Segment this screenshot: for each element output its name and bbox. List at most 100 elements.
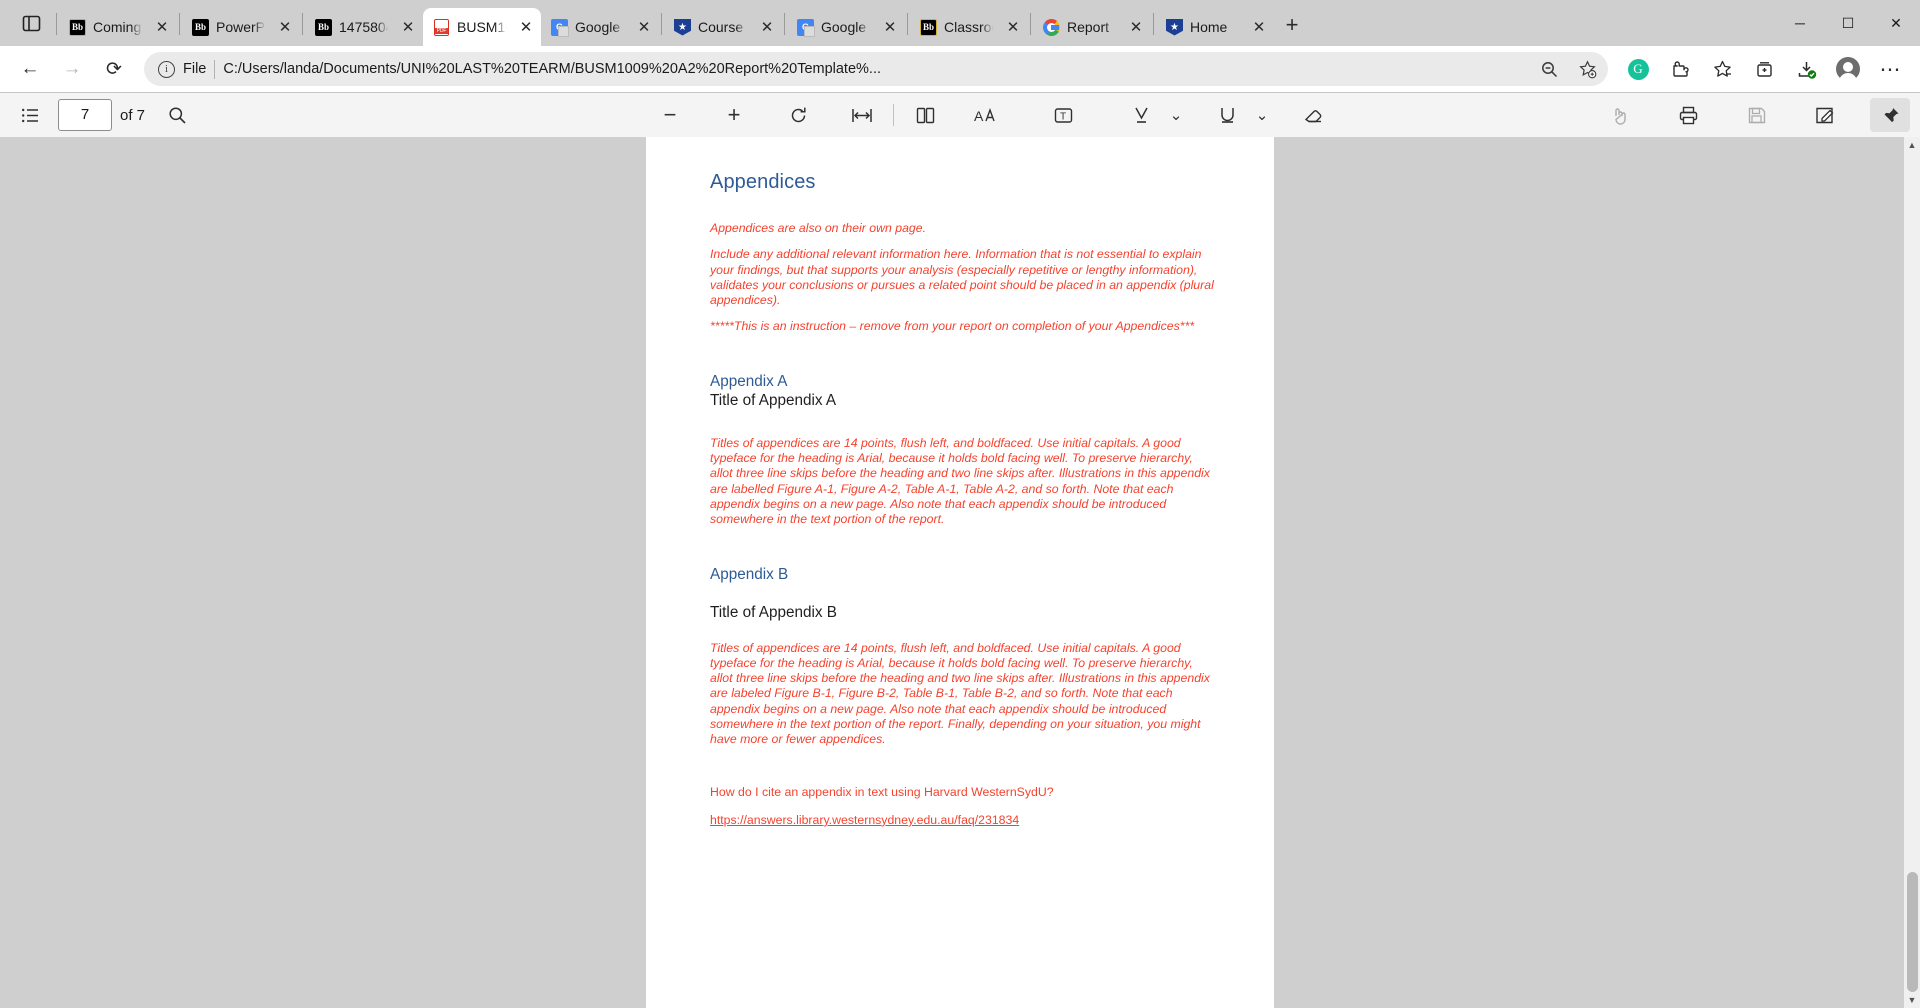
tab-title: 1475804 [339, 19, 390, 35]
url-divider [214, 59, 216, 79]
citation-question: How do I cite an appendix in text using … [710, 784, 1054, 799]
browser-tab-5[interactable]: ★ Course H ✕ [664, 8, 782, 46]
table-of-contents-icon[interactable] [10, 98, 50, 132]
tab-list-icon[interactable] [8, 0, 54, 46]
tab-close-button[interactable]: ✕ [1125, 16, 1147, 38]
tab-title: Course H [698, 19, 749, 35]
browser-tab-4[interactable]: G Google T ✕ [541, 8, 659, 46]
blackboard-icon: Bb [192, 18, 209, 36]
read-aloud-icon[interactable]: A [965, 98, 1005, 132]
save-icon[interactable] [1736, 98, 1776, 132]
print-icon[interactable] [1668, 98, 1708, 132]
zoom-out-icon[interactable] [1534, 54, 1564, 84]
tab-divider [1030, 13, 1031, 35]
tab-title: PowerP [216, 19, 266, 35]
browser-tab-7[interactable]: Bb Classroo ✕ [910, 8, 1028, 46]
underline-chevron-down-icon[interactable]: ⌄ [1249, 98, 1275, 132]
tab-close-button[interactable]: ✕ [515, 16, 537, 38]
appendix-b-heading: Appendix B [710, 565, 789, 583]
maximize-button[interactable]: ☐ [1824, 0, 1872, 46]
scrollbar-thumb[interactable] [1906, 872, 1918, 992]
pdf-icon [433, 18, 450, 36]
settings-menu-icon[interactable]: ⋯ [1870, 51, 1910, 87]
favorites-icon[interactable] [1702, 51, 1742, 87]
citation-link[interactable]: https://answers.library.westernsydney.ed… [710, 813, 1019, 827]
coursehero-icon: ★ [674, 18, 691, 36]
blackboard-icon: Bb [315, 18, 332, 36]
tab-divider [179, 13, 180, 35]
svg-text:T: T [1060, 111, 1066, 122]
page-view-icon[interactable] [905, 98, 945, 132]
url-input[interactable]: C:/Users/landa/Documents/UNI%20LAST%20TE… [223, 61, 1526, 77]
pdf-page-7: Appendices Appendices are also on their … [646, 137, 1274, 1008]
tab-divider [56, 13, 57, 35]
back-button[interactable]: ← [10, 51, 50, 87]
tab-close-button[interactable]: ✕ [397, 16, 419, 38]
search-icon[interactable] [157, 98, 197, 132]
intro-line: Appendices are also on their own page. [710, 221, 927, 235]
tab-close-button[interactable]: ✕ [274, 16, 296, 38]
refresh-button[interactable]: ⟳ [94, 51, 134, 87]
page-title: Appendices [710, 171, 816, 193]
pdf-toolbar-center-group: − + A T ⌄ ⌄ [650, 98, 1333, 132]
tab-close-button[interactable]: ✕ [633, 16, 655, 38]
browser-tab-3-active[interactable]: BUSM10 ✕ [423, 8, 541, 46]
google-translate-icon: G [797, 18, 815, 37]
instruction-note: *****This is an instruction – remove fro… [710, 319, 1195, 334]
browser-tab-9[interactable]: ★ Home ✕ [1156, 8, 1274, 46]
scroll-down-arrow[interactable]: ▼ [1908, 992, 1917, 1008]
rotate-icon[interactable] [778, 98, 818, 132]
downloads-icon[interactable] [1786, 51, 1826, 87]
tab-close-button[interactable]: ✕ [756, 16, 778, 38]
browser-tab-8[interactable]: Report ✕ [1033, 8, 1151, 46]
tab-title: Coming [93, 19, 142, 35]
browser-tab-6[interactable]: G Google T ✕ [787, 8, 905, 46]
toolbar-divider [893, 104, 894, 126]
appendix-a-body: Titles of appendices are 14 points, flus… [710, 435, 1210, 527]
coursehero-icon: ★ [1166, 18, 1183, 36]
tab-title: Report [1067, 19, 1110, 35]
add-favorite-icon[interactable] [1572, 54, 1602, 84]
fit-to-width-icon[interactable] [842, 98, 882, 132]
close-window-button[interactable]: ✕ [1872, 0, 1920, 46]
highlight-icon[interactable] [1121, 98, 1161, 132]
collections-icon[interactable] [1744, 51, 1784, 87]
add-text-icon[interactable]: T [1043, 98, 1083, 132]
tab-close-button[interactable]: ✕ [151, 16, 173, 38]
file-scheme-label: File [183, 61, 207, 77]
browser-tab-1[interactable]: Bb PowerP ✕ [182, 8, 300, 46]
tab-close-button[interactable]: ✕ [1248, 16, 1270, 38]
extensions-icon[interactable] [1660, 51, 1700, 87]
minimize-button[interactable]: ─ [1776, 0, 1824, 46]
highlight-chevron-down-icon[interactable]: ⌄ [1163, 98, 1189, 132]
appendix-a-title: Title of Appendix A [710, 391, 837, 409]
grammarly-extension-icon[interactable]: G [1618, 51, 1658, 87]
profile-avatar[interactable] [1828, 51, 1868, 87]
pdf-viewer-toolbar: 7 of 7 − + A T ⌄ ⌄ [0, 92, 1920, 137]
zoom-out-button[interactable]: − [650, 98, 690, 132]
url-bar[interactable]: i File C:/Users/landa/Documents/UNI%20LA… [144, 52, 1608, 86]
browser-tab-0[interactable]: Bb Coming ✕ [59, 8, 177, 46]
draw-icon[interactable] [1600, 98, 1640, 132]
site-info-icon[interactable]: i [158, 60, 175, 78]
tab-close-button[interactable]: ✕ [1002, 16, 1024, 38]
scroll-up-arrow[interactable]: ▲ [1908, 137, 1917, 153]
pin-toolbar-icon[interactable] [1870, 98, 1910, 132]
viewer-scrollbar[interactable]: ▲ ▼ [1904, 137, 1920, 1008]
new-tab-button[interactable]: + [1274, 7, 1310, 43]
underline-icon[interactable] [1207, 98, 1247, 132]
zoom-in-button[interactable]: + [714, 98, 754, 132]
browser-tab-2[interactable]: Bb 1475804 ✕ [305, 8, 423, 46]
annotate-icon[interactable] [1804, 98, 1844, 132]
tab-close-button[interactable]: ✕ [879, 16, 901, 38]
erase-icon[interactable] [1293, 98, 1333, 132]
tab-divider [661, 13, 662, 35]
appendix-b-title: Title of Appendix B [710, 603, 837, 621]
window-controls: ─ ☐ ✕ [1776, 0, 1920, 46]
pdf-page-viewport[interactable]: Appendices Appendices are also on their … [0, 137, 1920, 1008]
page-number-input[interactable]: 7 [58, 99, 112, 131]
